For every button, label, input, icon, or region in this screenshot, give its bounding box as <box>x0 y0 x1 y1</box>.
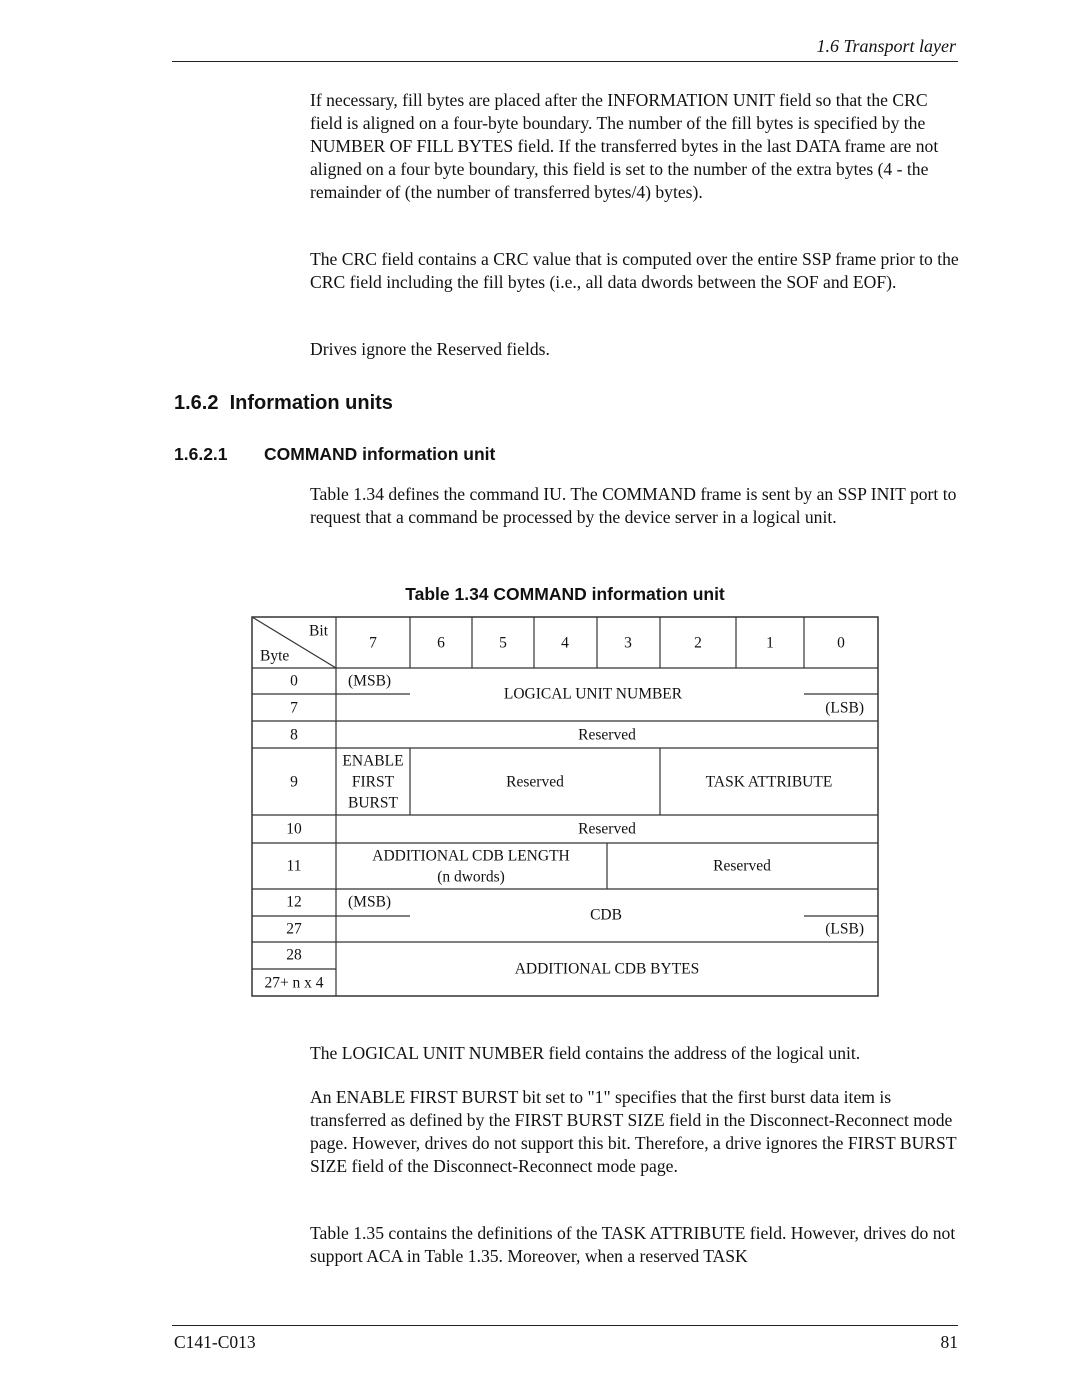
section-number: 1.6.2 <box>174 392 219 414</box>
table-border <box>251 616 879 997</box>
byte-label: 28 <box>286 946 302 964</box>
byte-label: 9 <box>290 773 298 791</box>
byte11-reserved-field: Reserved <box>713 857 771 875</box>
enable-first-burst-line2: FIRST <box>351 773 395 791</box>
page-number: 81 <box>940 1332 959 1352</box>
enable-first-burst-line3: BURST <box>348 794 398 812</box>
byte-label: 0 <box>290 672 298 690</box>
bit-header-1: 1 <box>766 634 774 652</box>
byte9-reserved-field: Reserved <box>506 773 564 791</box>
subsection-paragraph: Table 1.34 defines the command IU. The C… <box>310 483 960 529</box>
running-head: 1.6 Transport layer <box>816 36 956 56</box>
cdb-field: CDB <box>590 906 622 924</box>
document-id: C141-C013 <box>174 1332 256 1352</box>
cdb-msb-label: (MSB) <box>348 893 392 911</box>
enable-first-burst-line1: ENABLE <box>342 752 404 770</box>
byte-label: 27 <box>286 920 302 938</box>
byte-label: 10 <box>286 820 302 838</box>
paragraph-task-attribute: Table 1.35 contains the definitions of t… <box>310 1222 960 1268</box>
byte-label: 27+ n x 4 <box>264 974 324 992</box>
paragraph-text: The LOGICAL UNIT NUMBER field contains t… <box>310 1043 861 1063</box>
section-heading: 1.6.2 Information units <box>174 392 393 415</box>
paragraph-text: If necessary, fill bytes are placed afte… <box>310 90 939 202</box>
byte10-reserved-field: Reserved <box>578 820 636 838</box>
bit-header-0: 0 <box>837 634 845 652</box>
byte-label: 12 <box>286 893 302 911</box>
lun-msb-label: (MSB) <box>348 672 392 690</box>
bit-header-2: 2 <box>694 634 702 652</box>
byte8-reserved-field: Reserved <box>578 726 636 744</box>
intro-paragraph-reserved: Drives ignore the Reserved fields. <box>310 338 960 361</box>
additional-cdb-length-field: ADDITIONAL CDB LENGTH <box>372 847 570 865</box>
additional-cdb-bytes-field: ADDITIONAL CDB BYTES <box>514 960 700 978</box>
byte-label: 11 <box>286 857 302 875</box>
cdb-lsb-label: (LSB) <box>825 920 864 938</box>
bit-header-7: 7 <box>369 634 377 652</box>
paragraph-enable-first-burst: An ENABLE FIRST BURST bit set to "1" spe… <box>310 1086 960 1178</box>
subsection-heading: 1.6.2.1 COMMAND information unit <box>174 444 495 465</box>
bit-header-4: 4 <box>561 634 569 652</box>
task-attribute-field: TASK ATTRIBUTE <box>705 773 833 791</box>
corner-byte-label: Byte <box>260 647 290 665</box>
footer-rule <box>172 1325 958 1326</box>
intro-paragraph-fill-bytes: If necessary, fill bytes are placed afte… <box>310 89 960 204</box>
byte-label: 8 <box>290 726 298 744</box>
bit-header-5: 5 <box>499 634 507 652</box>
table-caption: Table 1.34 COMMAND information unit <box>405 584 725 604</box>
subsection-title: COMMAND information unit <box>264 444 496 464</box>
section-title: Information units <box>229 392 393 414</box>
header-rule <box>172 61 958 62</box>
byte-label: 7 <box>290 699 298 717</box>
additional-cdb-length-unit: (n dwords) <box>437 868 505 886</box>
paragraph-text: Table 1.34 defines the command IU. The C… <box>310 484 957 527</box>
paragraph-lun-description: The LOGICAL UNIT NUMBER field contains t… <box>310 1042 960 1065</box>
subsection-number: 1.6.2.1 <box>174 444 228 464</box>
logical-unit-number-field: LOGICAL UNIT NUMBER <box>503 685 683 703</box>
paragraph-text: The CRC field contains a CRC value that … <box>310 249 959 292</box>
paragraph-text: An ENABLE FIRST BURST bit set to "1" spe… <box>310 1087 957 1176</box>
bit-header-6: 6 <box>437 634 445 652</box>
bit-header-3: 3 <box>624 634 632 652</box>
intro-paragraph-crc: The CRC field contains a CRC value that … <box>310 248 960 294</box>
paragraph-text: Drives ignore the Reserved fields. <box>310 339 550 359</box>
paragraph-text: Table 1.35 contains the definitions of t… <box>310 1223 956 1266</box>
corner-bit-label: Bit <box>309 622 328 640</box>
lun-lsb-label: (LSB) <box>825 699 864 717</box>
